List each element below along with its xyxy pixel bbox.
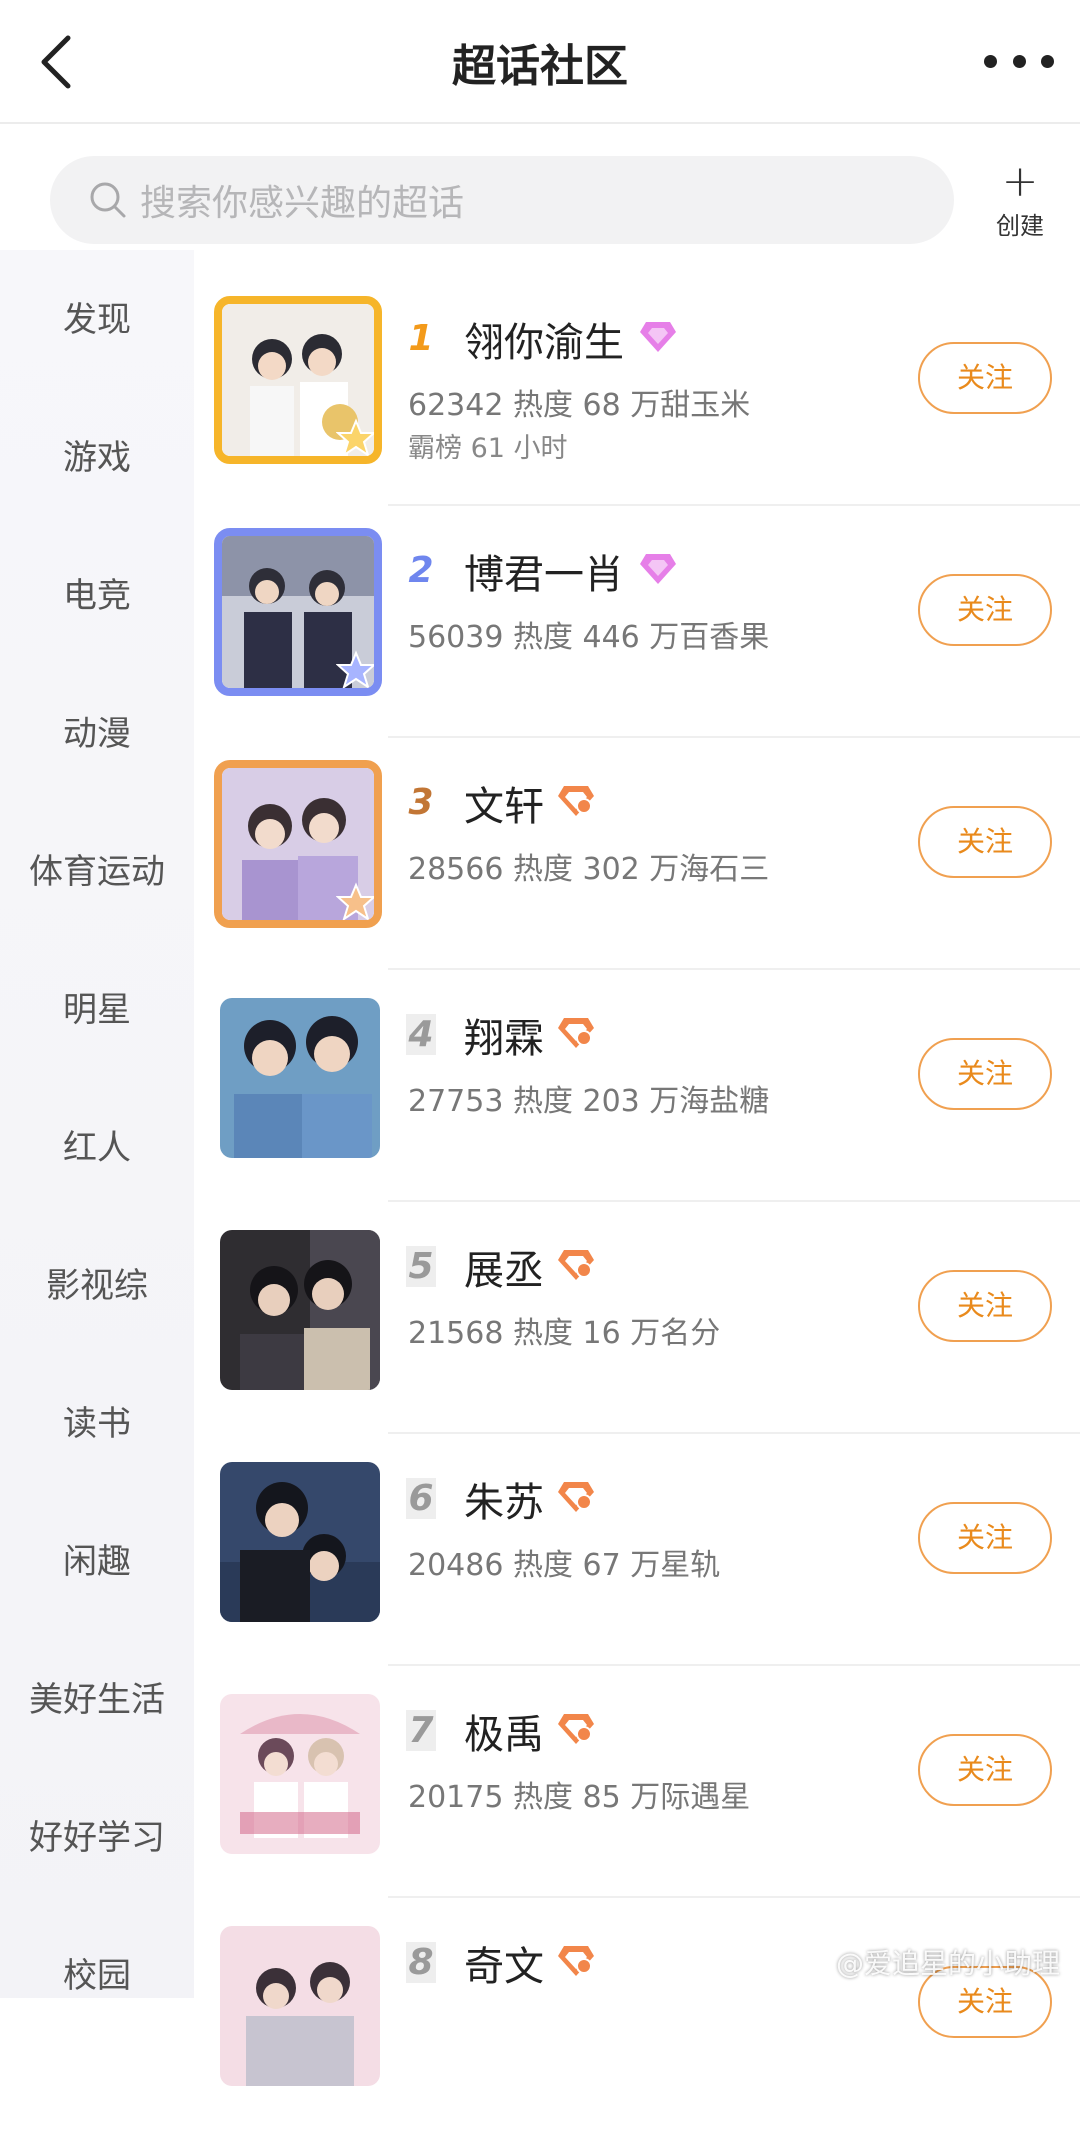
topic-avatar[interactable] (214, 528, 382, 696)
topic-stats: 56039 热度 446 万百香果 (408, 612, 769, 656)
level-badge-icon (556, 1478, 596, 1514)
follow-button[interactable]: 关注 (918, 1734, 1052, 1806)
sidebar-item-discover[interactable]: 发现 (0, 292, 194, 341)
topic-stats: 28566 热度 302 万海石三 (408, 844, 769, 888)
list-item[interactable]: 7 极禹 20175 热度 85 万际遇星 关注 (194, 1666, 1080, 1898)
search-icon (88, 180, 128, 220)
topic-stats: 62342 热度 68 万甜玉米 (408, 380, 750, 424)
topic-avatar[interactable] (220, 998, 380, 1158)
star-icon (336, 418, 376, 458)
sidebar-item-anime[interactable]: 动漫 (0, 706, 194, 755)
sidebar-item-campus[interactable]: 校园 (0, 1948, 194, 1997)
list-item[interactable]: 3 文轩 28566 热度 302 万海石三 关注 (194, 738, 1080, 970)
sidebar-item-esports[interactable]: 电竞 (0, 568, 194, 617)
topic-name: 翔霖 (464, 1006, 544, 1064)
follow-button[interactable]: 关注 (918, 574, 1052, 646)
topic-duration: 霸榜 61 小时 (408, 426, 568, 465)
follow-button[interactable]: 关注 (918, 806, 1052, 878)
list-item[interactable]: 4 翔霖 27753 热度 203 万海盐糖 关注 (194, 970, 1080, 1202)
topic-stats: 20486 热度 67 万星轨 (408, 1540, 720, 1584)
follow-button[interactable]: 关注 (918, 1038, 1052, 1110)
list-item[interactable]: 2 博君一肖 56039 热度 446 万百香果 关注 (194, 506, 1080, 738)
watermark: @爱追星的小助理 (836, 1942, 1060, 1982)
list-item[interactable]: 5 展丞 21568 热度 16 万名分 关注 (194, 1202, 1080, 1434)
plus-icon: + (978, 160, 1062, 204)
sidebar-item-study[interactable]: 好好学习 (0, 1810, 194, 1859)
sidebar-item-sports[interactable]: 体育运动 (0, 844, 194, 893)
star-icon (336, 882, 376, 922)
search-placeholder: 搜索你感兴趣的超话 (140, 174, 464, 226)
follow-button[interactable]: 关注 (918, 1270, 1052, 1342)
topic-name: 文轩 (464, 774, 544, 832)
rank-number: 4 (406, 1014, 436, 1055)
sidebar-item-influencers[interactable]: 红人 (0, 1120, 194, 1169)
topic-name: 翎你渝生 (464, 310, 624, 368)
more-options-icon[interactable] (984, 46, 1054, 76)
rank-number: 2 (406, 550, 436, 591)
topic-ranking-list: 1 翎你渝生 62342 热度 68 万甜玉米 霸榜 61 小时 关注 2 博君… (194, 250, 1080, 1998)
topic-name: 朱苏 (464, 1470, 544, 1528)
topic-name: 博君一肖 (464, 542, 624, 600)
topic-name: 展丞 (464, 1238, 544, 1296)
topic-avatar[interactable] (214, 760, 382, 928)
star-icon (336, 650, 376, 690)
create-button[interactable]: + 创建 (978, 160, 1062, 240)
topic-stats: 21568 热度 16 万名分 (408, 1308, 720, 1352)
rank-number: 1 (406, 318, 436, 359)
rank-number: 8 (406, 1942, 436, 1983)
level-badge-icon (556, 782, 596, 818)
topic-name: 奇文 (464, 1934, 544, 1992)
topic-stats: 27753 热度 203 万海盐糖 (408, 1076, 769, 1120)
follow-button[interactable]: 关注 (918, 342, 1052, 414)
create-label: 创建 (978, 206, 1062, 241)
topic-avatar[interactable] (220, 1230, 380, 1390)
topic-stats: 20175 热度 85 万际遇星 (408, 1772, 750, 1816)
search-input[interactable]: 搜索你感兴趣的超话 (50, 156, 954, 244)
diamond-badge-icon (638, 318, 678, 354)
topic-name: 极禹 (464, 1702, 544, 1760)
sidebar-item-film-tv[interactable]: 影视综 (0, 1258, 194, 1307)
topic-avatar[interactable] (220, 1694, 380, 1854)
level-badge-icon (556, 1942, 596, 1978)
page-title: 超话社区 (0, 30, 1080, 94)
topic-avatar[interactable] (214, 296, 382, 464)
level-badge-icon (556, 1014, 596, 1050)
sidebar-item-lifestyle[interactable]: 美好生活 (0, 1672, 194, 1721)
list-item[interactable]: 6 朱苏 20486 热度 67 万星轨 关注 (194, 1434, 1080, 1666)
rank-number: 6 (406, 1478, 436, 1519)
rank-number: 5 (406, 1246, 436, 1287)
level-badge-icon (556, 1246, 596, 1282)
sidebar-item-leisure[interactable]: 闲趣 (0, 1534, 194, 1583)
list-item[interactable]: 8 奇文 关注 (194, 1898, 1080, 2130)
rank-number: 7 (406, 1710, 436, 1751)
category-sidebar: 发现 游戏 电竞 动漫 体育运动 明星 红人 影视综 读书 闲趣 美好生活 好好… (0, 250, 194, 1998)
follow-button[interactable]: 关注 (918, 1502, 1052, 1574)
sidebar-item-stars[interactable]: 明星 (0, 982, 194, 1031)
sidebar-item-games[interactable]: 游戏 (0, 430, 194, 479)
top-bar: 超话社区 (0, 0, 1080, 124)
level-badge-icon (556, 1710, 596, 1746)
topic-avatar[interactable] (220, 1926, 380, 2086)
topic-avatar[interactable] (220, 1462, 380, 1622)
rank-number: 3 (406, 782, 436, 823)
sidebar-item-reading[interactable]: 读书 (0, 1396, 194, 1445)
diamond-badge-icon (638, 550, 678, 586)
list-item[interactable]: 1 翎你渝生 62342 热度 68 万甜玉米 霸榜 61 小时 关注 (194, 274, 1080, 506)
